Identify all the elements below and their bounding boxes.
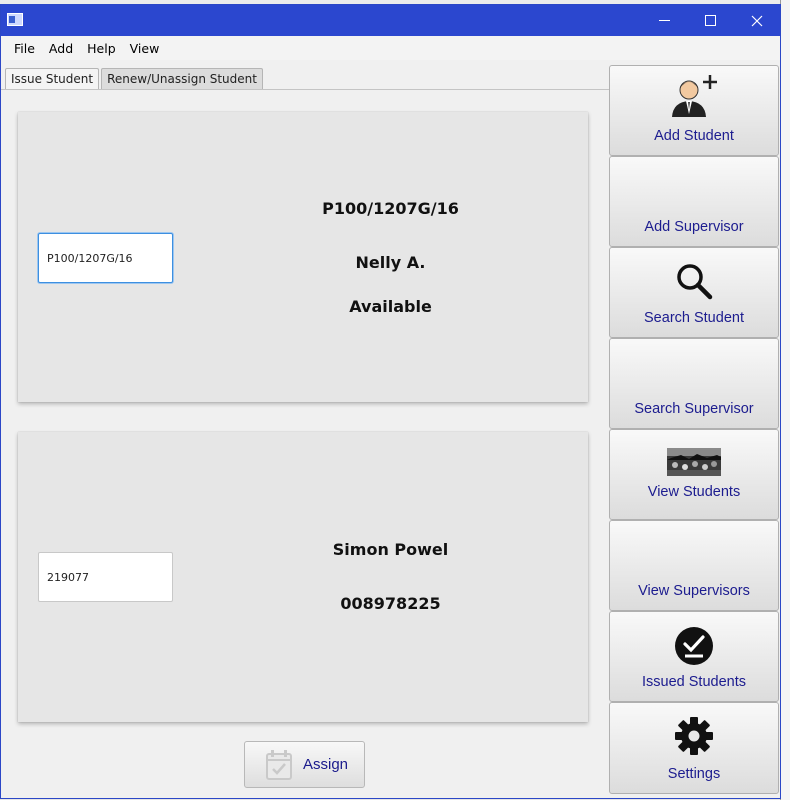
title-bar [1, 5, 780, 36]
settings-button[interactable]: Settings [609, 702, 779, 794]
sidebar: Add Student Add Supervisor Search Studen… [609, 65, 779, 798]
add-supervisor-label: Add Supervisor [644, 219, 744, 235]
minimize-button[interactable] [641, 5, 687, 36]
issued-students-button[interactable]: Issued Students [609, 611, 779, 702]
view-students-button[interactable]: View Students [609, 429, 779, 520]
supervisor-phone-text: 008978225 [340, 594, 441, 613]
add-student-button[interactable]: Add Student [609, 65, 779, 156]
search-student-button[interactable]: Search Student [609, 247, 779, 338]
close-button[interactable] [734, 5, 780, 36]
assign-button[interactable]: Assign [244, 741, 365, 788]
menu-bar: File Add Help View [1, 36, 780, 60]
search-supervisor-label: Search Supervisor [634, 401, 754, 417]
student-id-input[interactable] [38, 233, 173, 283]
add-student-label: Add Student [654, 128, 734, 144]
check-circle-icon [675, 627, 713, 665]
student-status-text: Available [349, 297, 432, 316]
settings-label: Settings [667, 766, 721, 782]
tab-bar: Issue Student Renew/Unassign Student [5, 68, 265, 90]
students-photo-icon [667, 448, 721, 476]
tab-issue-student[interactable]: Issue Student [5, 68, 100, 90]
issued-students-label: Issued Students [642, 674, 746, 690]
search-supervisor-button[interactable]: Search Supervisor [609, 338, 779, 429]
student-info-card: P100/1207G/16 Nelly A. Available [18, 112, 588, 402]
menu-add[interactable]: Add [42, 41, 80, 56]
background-window [780, 0, 790, 800]
main-content: Issue Student Renew/Unassign Student P10… [1, 60, 780, 798]
view-supervisors-label: View Supervisors [638, 583, 750, 599]
add-supervisor-button[interactable]: Add Supervisor [609, 156, 779, 247]
search-icon [677, 264, 713, 300]
maximize-icon [704, 15, 716, 26]
add-user-icon [672, 75, 717, 117]
menu-file[interactable]: File [7, 41, 42, 56]
gear-icon [675, 717, 713, 755]
app-icon [7, 13, 23, 26]
app-window: File Add Help View Issue Student Renew/U… [0, 4, 781, 799]
assign-label: Assign [303, 756, 349, 773]
student-name-text: Nelly A. [355, 253, 426, 272]
maximize-button[interactable] [687, 5, 733, 36]
supervisor-id-input[interactable] [38, 552, 173, 602]
search-student-label: Search Student [644, 310, 744, 326]
view-students-label: View Students [647, 484, 741, 500]
student-id-text: P100/1207G/16 [322, 199, 459, 218]
menu-view[interactable]: View [123, 41, 167, 56]
supervisor-name-text: Simon Powel [332, 540, 449, 559]
close-icon [751, 15, 763, 26]
minimize-icon [658, 20, 670, 21]
view-supervisors-button[interactable]: View Supervisors [609, 520, 779, 611]
calendar-check-icon [266, 749, 292, 780]
tab-renew-unassign-student[interactable]: Renew/Unassign Student [101, 68, 263, 90]
menu-help[interactable]: Help [80, 41, 123, 56]
tab-divider [1, 89, 609, 90]
supervisor-info-card: Simon Powel 008978225 [18, 432, 588, 722]
